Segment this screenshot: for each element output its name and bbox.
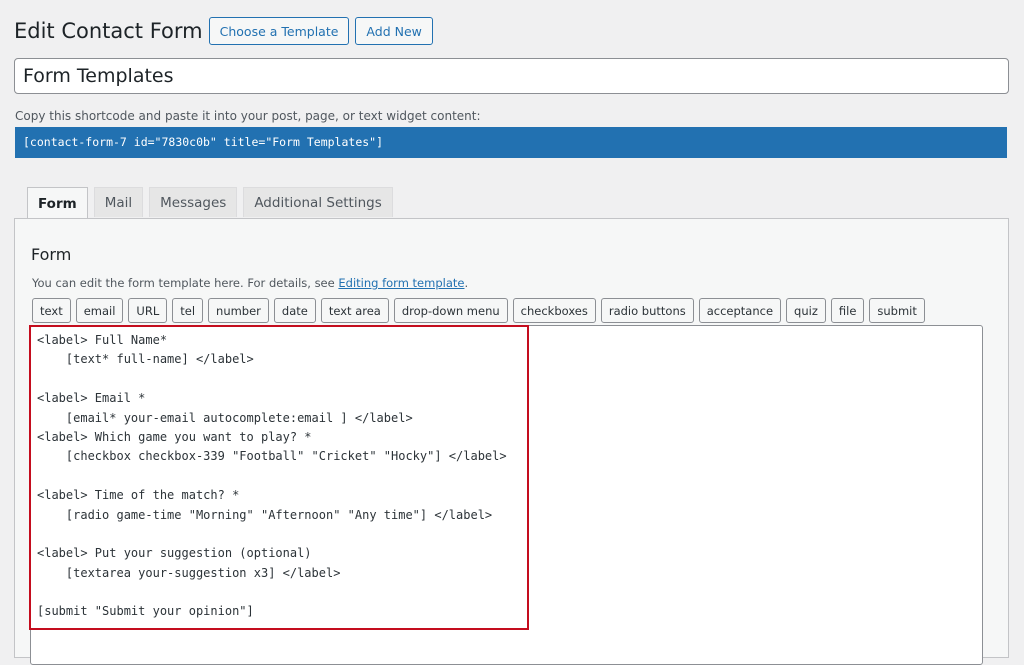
code-line: [textarea your-suggestion x3] </label> [37,565,341,580]
form-panel: Form You can edit the form template here… [14,218,1009,665]
code-line: <label> Time of the match? * [37,488,240,503]
code-line: [email* your-email autocomplete:email ] … [37,410,413,425]
page-title: Edit Contact Form [14,19,203,43]
tab-form[interactable]: Form [27,187,88,219]
choose-template-button[interactable]: Choose a Template [208,17,350,45]
code-line: <label> Full Name* [37,333,168,347]
panel-description-text: You can edit the form template here. For… [32,276,339,290]
editing-form-template-link[interactable]: Editing form template [338,276,464,290]
shortcode-description: Copy this shortcode and paste it into yo… [15,109,481,123]
tab-mail[interactable]: Mail [93,187,144,217]
tag-button-submit[interactable]: submit [869,298,925,323]
tag-button-quiz[interactable]: quiz [786,298,826,323]
tag-button-acceptance[interactable]: acceptance [698,298,782,323]
tag-button-date[interactable]: date [273,298,316,323]
panel-description-suffix: . [464,276,469,290]
tag-button-url[interactable]: URL [128,298,168,323]
tag-button-text-area[interactable]: text area [320,298,389,323]
tab-messages[interactable]: Messages [149,187,238,217]
tag-button-drop-down-menu[interactable]: drop-down menu [393,298,508,323]
code-line: <label> Which game you want to play? * [37,429,312,444]
code-line: [radio game-time "Morning" "Afternoon" "… [37,507,493,522]
tag-button-file[interactable]: file [830,298,865,323]
code-line: <label> Email * [37,391,146,406]
shortcode-field[interactable]: [contact-form-7 id="7830c0b" title="Form… [15,127,1007,158]
tag-button-email[interactable]: email [75,298,124,323]
tag-button-number[interactable]: number [208,298,269,323]
form-title-input[interactable]: Form Templates [14,58,1009,94]
panel-description: You can edit the form template here. For… [32,276,468,290]
page-header: Edit Contact Form Choose a Template Add … [14,16,433,46]
tag-button-checkboxes[interactable]: checkboxes [512,298,596,323]
tab-additional-settings[interactable]: Additional Settings [243,187,393,217]
code-line: [submit "Submit your opinion"] [37,604,254,619]
code-line: [checkbox checkbox-339 "Football" "Crick… [37,449,507,464]
tag-button-tel[interactable]: tel [172,298,204,323]
add-new-button[interactable]: Add New [355,17,433,45]
tag-button-radio-buttons[interactable]: radio buttons [600,298,694,323]
panel-heading: Form [31,245,72,264]
code-line: <label> Put your suggestion (optional) [37,546,312,561]
tag-button-text[interactable]: text [32,298,71,323]
tab-bar: Form Mail Messages Additional Settings [27,187,399,219]
form-template-code: <label> Full Name* [text* full-name] </l… [37,331,507,622]
tag-generator-toolbar: text email URL tel number date text area… [32,298,930,323]
code-line: [text* full-name] </label> [37,352,254,367]
